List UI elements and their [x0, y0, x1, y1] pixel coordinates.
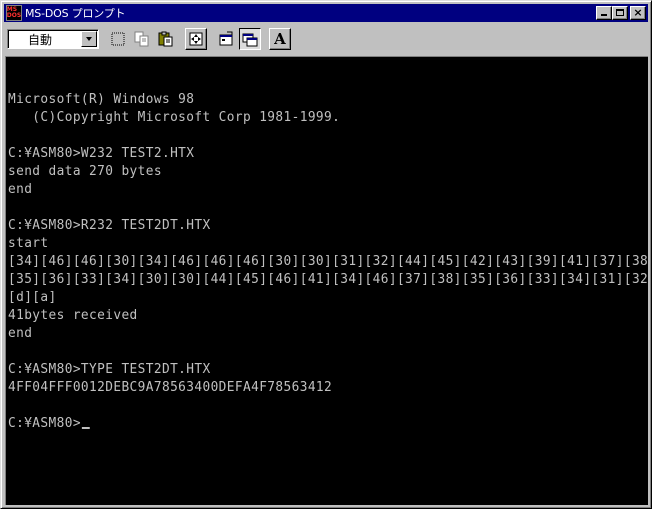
console-line: end	[8, 182, 33, 197]
mark-icon	[111, 32, 125, 46]
font-button[interactable]: A	[269, 28, 291, 50]
font-icon: A	[274, 30, 286, 48]
maximize-icon	[616, 9, 624, 16]
font-size-dropdown[interactable]: 自動	[7, 29, 99, 49]
background-button[interactable]	[239, 28, 261, 50]
dropdown-button[interactable]	[81, 31, 97, 47]
console-line: [34][46][46][30][34][46][46][46][30][30]…	[8, 254, 648, 269]
console-line: 4FF04FFF0012DEBC9A78563400DEFA4F78563412	[8, 380, 333, 395]
toolbar: 自動 A	[4, 24, 648, 54]
window-controls: ×	[596, 6, 646, 20]
console-line: C:¥ASM80>TYPE TEST2DT.HTX	[8, 362, 211, 377]
minimize-icon	[601, 14, 607, 16]
copy-icon	[134, 31, 149, 47]
console-line: 41bytes received	[8, 308, 138, 323]
background-icon	[242, 33, 258, 47]
properties-icon	[219, 31, 233, 46]
console-line: C:¥ASM80>W232 TEST2.HTX	[8, 146, 195, 161]
close-icon: ×	[633, 6, 643, 19]
console-line: end	[8, 326, 33, 341]
paste-button[interactable]	[155, 28, 177, 50]
console-line: (C)Copyright Microsoft Corp 1981-1999.	[8, 110, 341, 125]
app-icon-label: MS DOS	[6, 6, 22, 19]
close-button[interactable]: ×	[630, 6, 646, 20]
console-line: [d][a]	[8, 290, 57, 305]
chevron-down-icon	[86, 37, 92, 41]
mark-button[interactable]	[107, 28, 129, 50]
window-title: MS-DOS プロンプト	[25, 7, 126, 20]
font-size-value: 自動	[28, 32, 53, 47]
console-output[interactable]: Microsoft(R) Windows 98 (C)Copyright Mic…	[5, 56, 648, 505]
ms-dos-app-icon[interactable]: MS DOS	[6, 5, 22, 21]
title-bar[interactable]: MS DOS MS-DOS プロンプト ×	[4, 4, 648, 22]
properties-button[interactable]	[215, 28, 237, 50]
console-line: C:¥ASM80>R232 TEST2DT.HTX	[8, 218, 211, 233]
prompt-text: C:¥ASM80>	[8, 416, 81, 431]
console-line: Microsoft(R) Windows 98	[8, 92, 195, 107]
ms-dos-prompt-window: MS DOS MS-DOS プロンプト × 自動 A Microsoft(R) …	[0, 0, 652, 509]
prompt-line[interactable]: C:¥ASM80>	[8, 415, 90, 433]
console-line: start	[8, 236, 49, 251]
fullscreen-icon	[189, 32, 203, 46]
console-line: [35][36][33][34][30][30][44][45][46][41]…	[8, 272, 648, 287]
console-line: send data 270 bytes	[8, 164, 162, 179]
maximize-button[interactable]	[612, 6, 628, 20]
minimize-button[interactable]	[596, 6, 612, 20]
text-cursor	[81, 427, 90, 429]
paste-icon	[158, 31, 173, 47]
fullscreen-button[interactable]	[185, 28, 207, 50]
copy-button[interactable]	[131, 28, 153, 50]
